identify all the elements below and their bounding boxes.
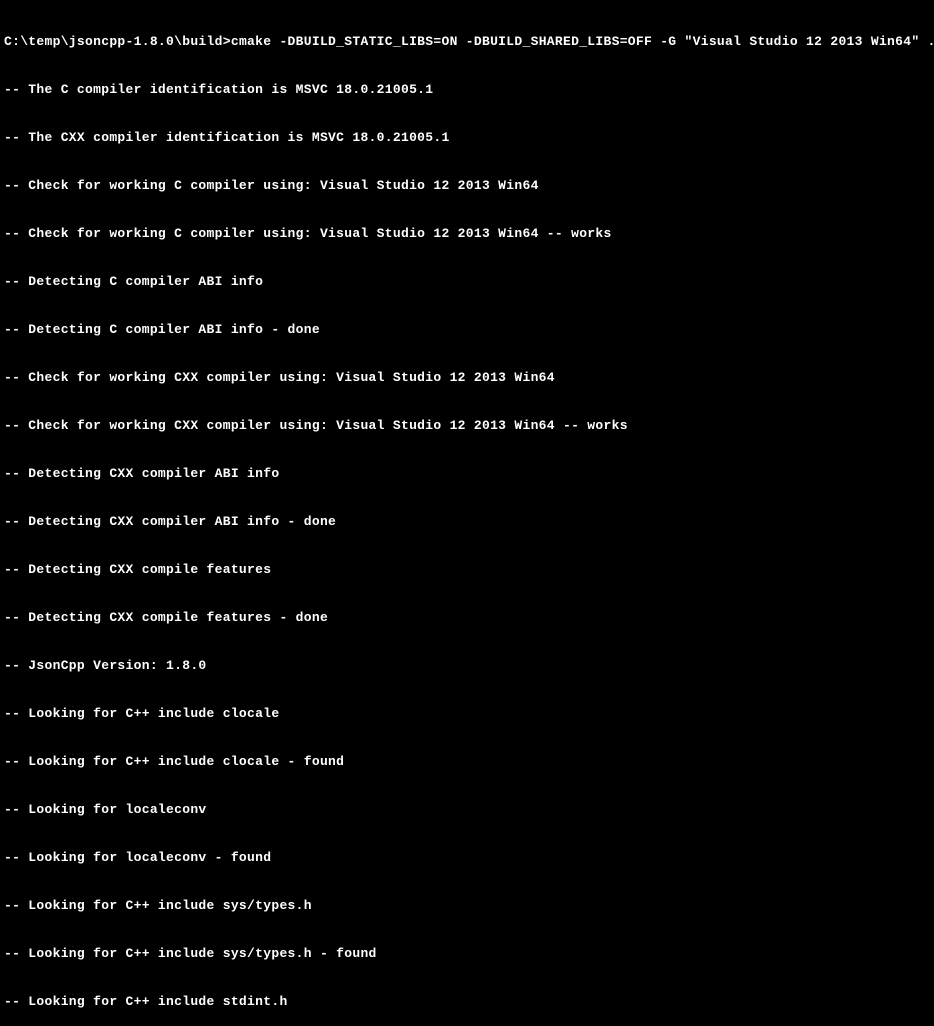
output-line: -- Looking for C++ include sys/types.h -…: [4, 946, 930, 962]
prompt: C:\temp\jsoncpp-1.8.0\build>: [4, 34, 231, 49]
output-line: -- Check for working CXX compiler using:…: [4, 418, 930, 434]
output-line: -- Check for working C compiler using: V…: [4, 226, 930, 242]
command-line: C:\temp\jsoncpp-1.8.0\build>cmake -DBUIL…: [4, 34, 930, 50]
output-line: -- Looking for C++ include clocale - fou…: [4, 754, 930, 770]
output-line: -- Looking for C++ include clocale: [4, 706, 930, 722]
output-line: -- Detecting CXX compile features: [4, 562, 930, 578]
output-line: -- Looking for localeconv: [4, 802, 930, 818]
terminal-output[interactable]: C:\temp\jsoncpp-1.8.0\build>cmake -DBUIL…: [4, 2, 930, 1026]
command: cmake -DBUILD_STATIC_LIBS=ON -DBUILD_SHA…: [231, 34, 934, 49]
output-line: -- Looking for C++ include sys/types.h: [4, 898, 930, 914]
output-line: -- Check for working C compiler using: V…: [4, 178, 930, 194]
output-line: -- Detecting C compiler ABI info: [4, 274, 930, 290]
output-line: -- Detecting CXX compiler ABI info: [4, 466, 930, 482]
output-line: -- Looking for localeconv - found: [4, 850, 930, 866]
output-line: -- Looking for C++ include stdint.h: [4, 994, 930, 1010]
output-line: -- Check for working CXX compiler using:…: [4, 370, 930, 386]
output-line: -- Detecting C compiler ABI info - done: [4, 322, 930, 338]
output-line: -- The CXX compiler identification is MS…: [4, 130, 930, 146]
output-line: -- JsonCpp Version: 1.8.0: [4, 658, 930, 674]
output-line: -- Detecting CXX compiler ABI info - don…: [4, 514, 930, 530]
output-line: -- The C compiler identification is MSVC…: [4, 82, 930, 98]
output-line: -- Detecting CXX compile features - done: [4, 610, 930, 626]
